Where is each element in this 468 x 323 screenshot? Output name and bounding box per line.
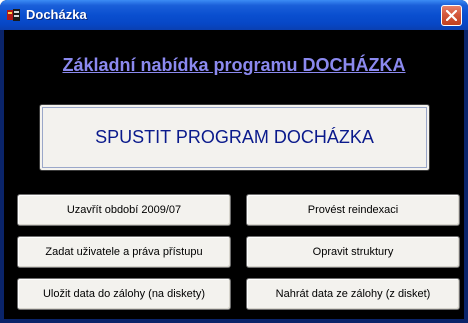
main-panel: Základní nabídka programu DOCHÁZKA SPUST… <box>4 30 464 319</box>
app-window: Docházka Základní nabídka programu DOCHÁ… <box>0 0 468 323</box>
start-program-button[interactable]: SPUSTIT PROGRAM DOCHÁZKA <box>39 104 430 171</box>
title-bar[interactable]: Docházka <box>0 0 468 30</box>
app-icon <box>7 9 20 21</box>
close-icon <box>446 10 457 21</box>
users-rights-button[interactable]: Zadat uživatele a práva přístupu <box>17 236 231 268</box>
backup-data-button[interactable]: Uložit data do zálohy (na diskety) <box>17 278 231 310</box>
restore-data-button[interactable]: Nahrát data ze zálohy (z disket) <box>246 278 460 310</box>
reindex-button[interactable]: Provést reindexaci <box>246 194 460 226</box>
close-period-button[interactable]: Uzavřít období 2009/07 <box>17 194 231 226</box>
repair-structures-button[interactable]: Opravit struktury <box>246 236 460 268</box>
close-button[interactable] <box>441 5 462 26</box>
page-title: Základní nabídka programu DOCHÁZKA <box>62 55 406 75</box>
window-title: Docházka <box>26 7 87 22</box>
